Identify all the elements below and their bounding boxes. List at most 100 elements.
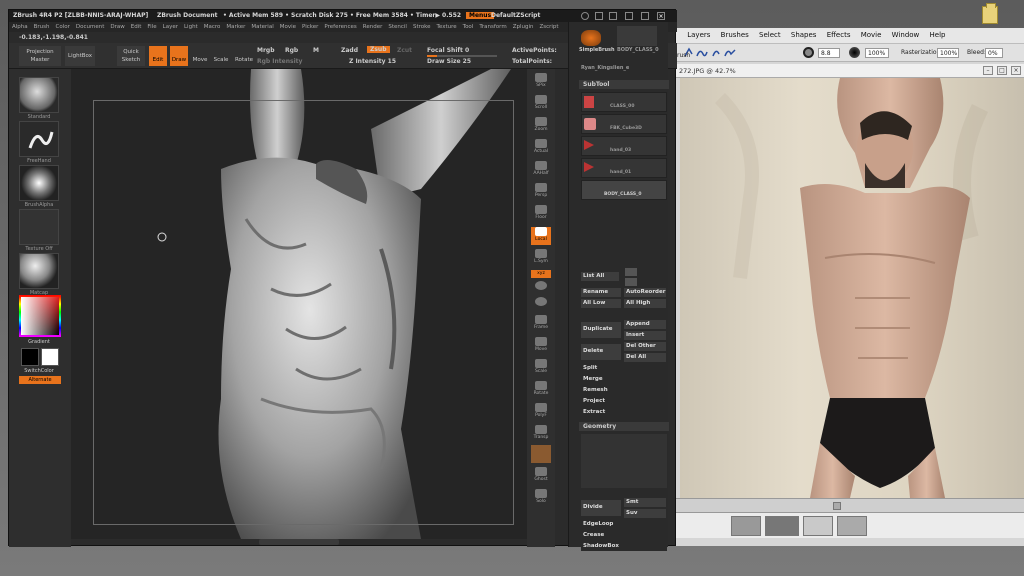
dynamic-button[interactable]: Ghost [531,467,551,485]
edit-button[interactable]: Edit [149,46,167,66]
all-low-button[interactable]: All Low [581,299,621,308]
merge-button[interactable]: Merge [581,375,667,384]
zadd-toggle[interactable]: Zadd [341,47,358,54]
material-icon[interactable] [19,253,59,289]
project-button[interactable]: Project [581,397,667,406]
menu-item[interactable]: Edit [128,22,145,30]
transp-button[interactable]: Transp [531,425,551,443]
zoom-button[interactable]: Zoom [531,117,551,135]
z-intensity-slider[interactable]: Z Intensity 15 [349,58,396,65]
rotate-z-icon[interactable] [531,297,551,315]
xyz-button[interactable]: xyz [531,270,551,278]
smt-toggle[interactable]: Smt [624,498,666,507]
suv-toggle[interactable]: Suv [624,509,666,518]
standard-brush-icon[interactable] [19,77,59,113]
brush-preview-icon[interactable] [803,47,814,58]
menu-item[interactable]: Brush [31,22,53,30]
gradient-label[interactable]: Gradient [17,339,61,345]
alternate-button[interactable]: Alternate [19,376,61,384]
menu-shapes[interactable]: Shapes [787,28,821,39]
focal-shift-slider[interactable]: Focal Shift 0 [427,47,469,54]
maximize-icon[interactable] [641,12,649,20]
filmstrip-thumb[interactable] [803,516,833,536]
aahalf-button[interactable]: AAHalf [531,161,551,179]
menu-item[interactable]: Texture [434,22,460,30]
arrow-down-icon[interactable] [625,278,637,286]
menu-item[interactable]: Movie [277,22,299,30]
geometry-header[interactable]: Geometry [579,422,669,431]
subtool-header[interactable]: SubTool [579,80,669,89]
menu-layers[interactable]: Layers [683,28,714,39]
menu-item[interactable]: Picker [299,22,321,30]
maximize-icon[interactable]: □ [997,66,1007,75]
folder-icon[interactable] [982,3,998,24]
append-button[interactable]: Append [624,320,666,329]
persp-button[interactable]: Persp [531,183,551,201]
split-button[interactable]: Split [581,364,667,373]
minimize-icon[interactable] [625,12,633,20]
texture-icon[interactable] [19,209,59,245]
rgb-toggle[interactable]: Rgb [285,47,298,54]
menu-item[interactable]: Material [248,22,276,30]
filmstrip-thumb[interactable] [765,516,799,536]
menu-select[interactable]: Select [755,28,785,39]
brush-size-field[interactable]: 8.8 [818,48,840,58]
lightbox-button[interactable]: LightBox [65,46,95,66]
all-high-button[interactable]: All High [624,299,666,308]
list-all-button[interactable]: List All [581,272,619,281]
menu-effects[interactable]: Effects [823,28,855,39]
extract-button[interactable]: Extract [581,408,667,417]
scale-view-button[interactable]: Scale [531,359,551,377]
move-button[interactable]: Move [191,46,209,66]
subtool-item[interactable]: hand_03 [581,136,667,156]
menu-help[interactable]: Help [926,28,950,39]
subtool-item[interactable]: hand_01 [581,158,667,178]
menu-item[interactable]: Color [53,22,73,30]
menu-item[interactable]: Stroke [410,22,434,30]
freehand-stroke-icon[interactable] [19,121,59,157]
zcut-toggle[interactable]: Zcut [397,47,412,54]
scroll-button[interactable]: Scroll [531,95,551,113]
menu-item[interactable]: Stencil [385,22,410,30]
draw-button[interactable]: Draw [170,46,188,66]
projection-master-button[interactable]: Projection Master [19,46,61,66]
rotate-view-button[interactable]: Rotate [531,381,551,399]
lsym-button[interactable]: L.Sym [531,249,551,267]
menu-item[interactable]: Alpha [9,22,31,30]
shadowbox-button[interactable]: ShadowBox [581,542,667,551]
body-class-thumbnail[interactable] [617,26,657,46]
menu-brushes[interactable]: Brushes [717,28,753,39]
move-view-button[interactable]: Move [531,337,551,355]
menu-item[interactable]: Tool [460,22,477,30]
switchcolor-button[interactable]: SwitchColor [17,368,61,374]
rgb-intensity-slider[interactable]: Rgb Intensity [257,58,302,65]
actual-button[interactable]: Actual [531,139,551,157]
settings-icon[interactable] [609,12,617,20]
menu-item[interactable]: Zplugin [510,22,537,30]
polyf-button[interactable]: PolyF [531,403,551,421]
ghost-button[interactable] [531,445,551,463]
local-button[interactable]: Local [531,227,551,245]
scroll-thumb[interactable] [833,502,841,510]
subtool-item[interactable]: FBK_Cube3D [581,114,667,134]
subtool-item-selected[interactable]: BODY_CLASS_0 [581,180,667,200]
menu-item[interactable]: Marker [223,22,248,30]
del-other-button[interactable]: Del Other [624,342,666,351]
menu-movie[interactable]: Movie [857,28,886,39]
menu-item[interactable]: Draw [107,22,127,30]
bleed-field[interactable]: 0% [985,48,1003,58]
close-icon[interactable]: × [657,12,665,20]
menu-item[interactable]: Document [73,22,108,30]
draw-size-slider[interactable]: Draw Size 25 [427,58,471,65]
duplicate-button[interactable]: Duplicate [581,322,621,338]
brush-tools-icon[interactable] [683,46,743,60]
filmstrip-thumb[interactable] [837,516,867,536]
solo-button[interactable]: Solo [531,489,551,507]
spix-button[interactable]: SPix [531,73,551,91]
opacity-field[interactable]: 100% [865,48,889,58]
color-picker[interactable] [19,295,61,337]
frame-button[interactable]: Frame [531,315,551,333]
close-icon[interactable]: × [1011,66,1021,75]
divide-button[interactable]: Divide [581,500,621,516]
menu-item[interactable]: Light [181,22,201,30]
